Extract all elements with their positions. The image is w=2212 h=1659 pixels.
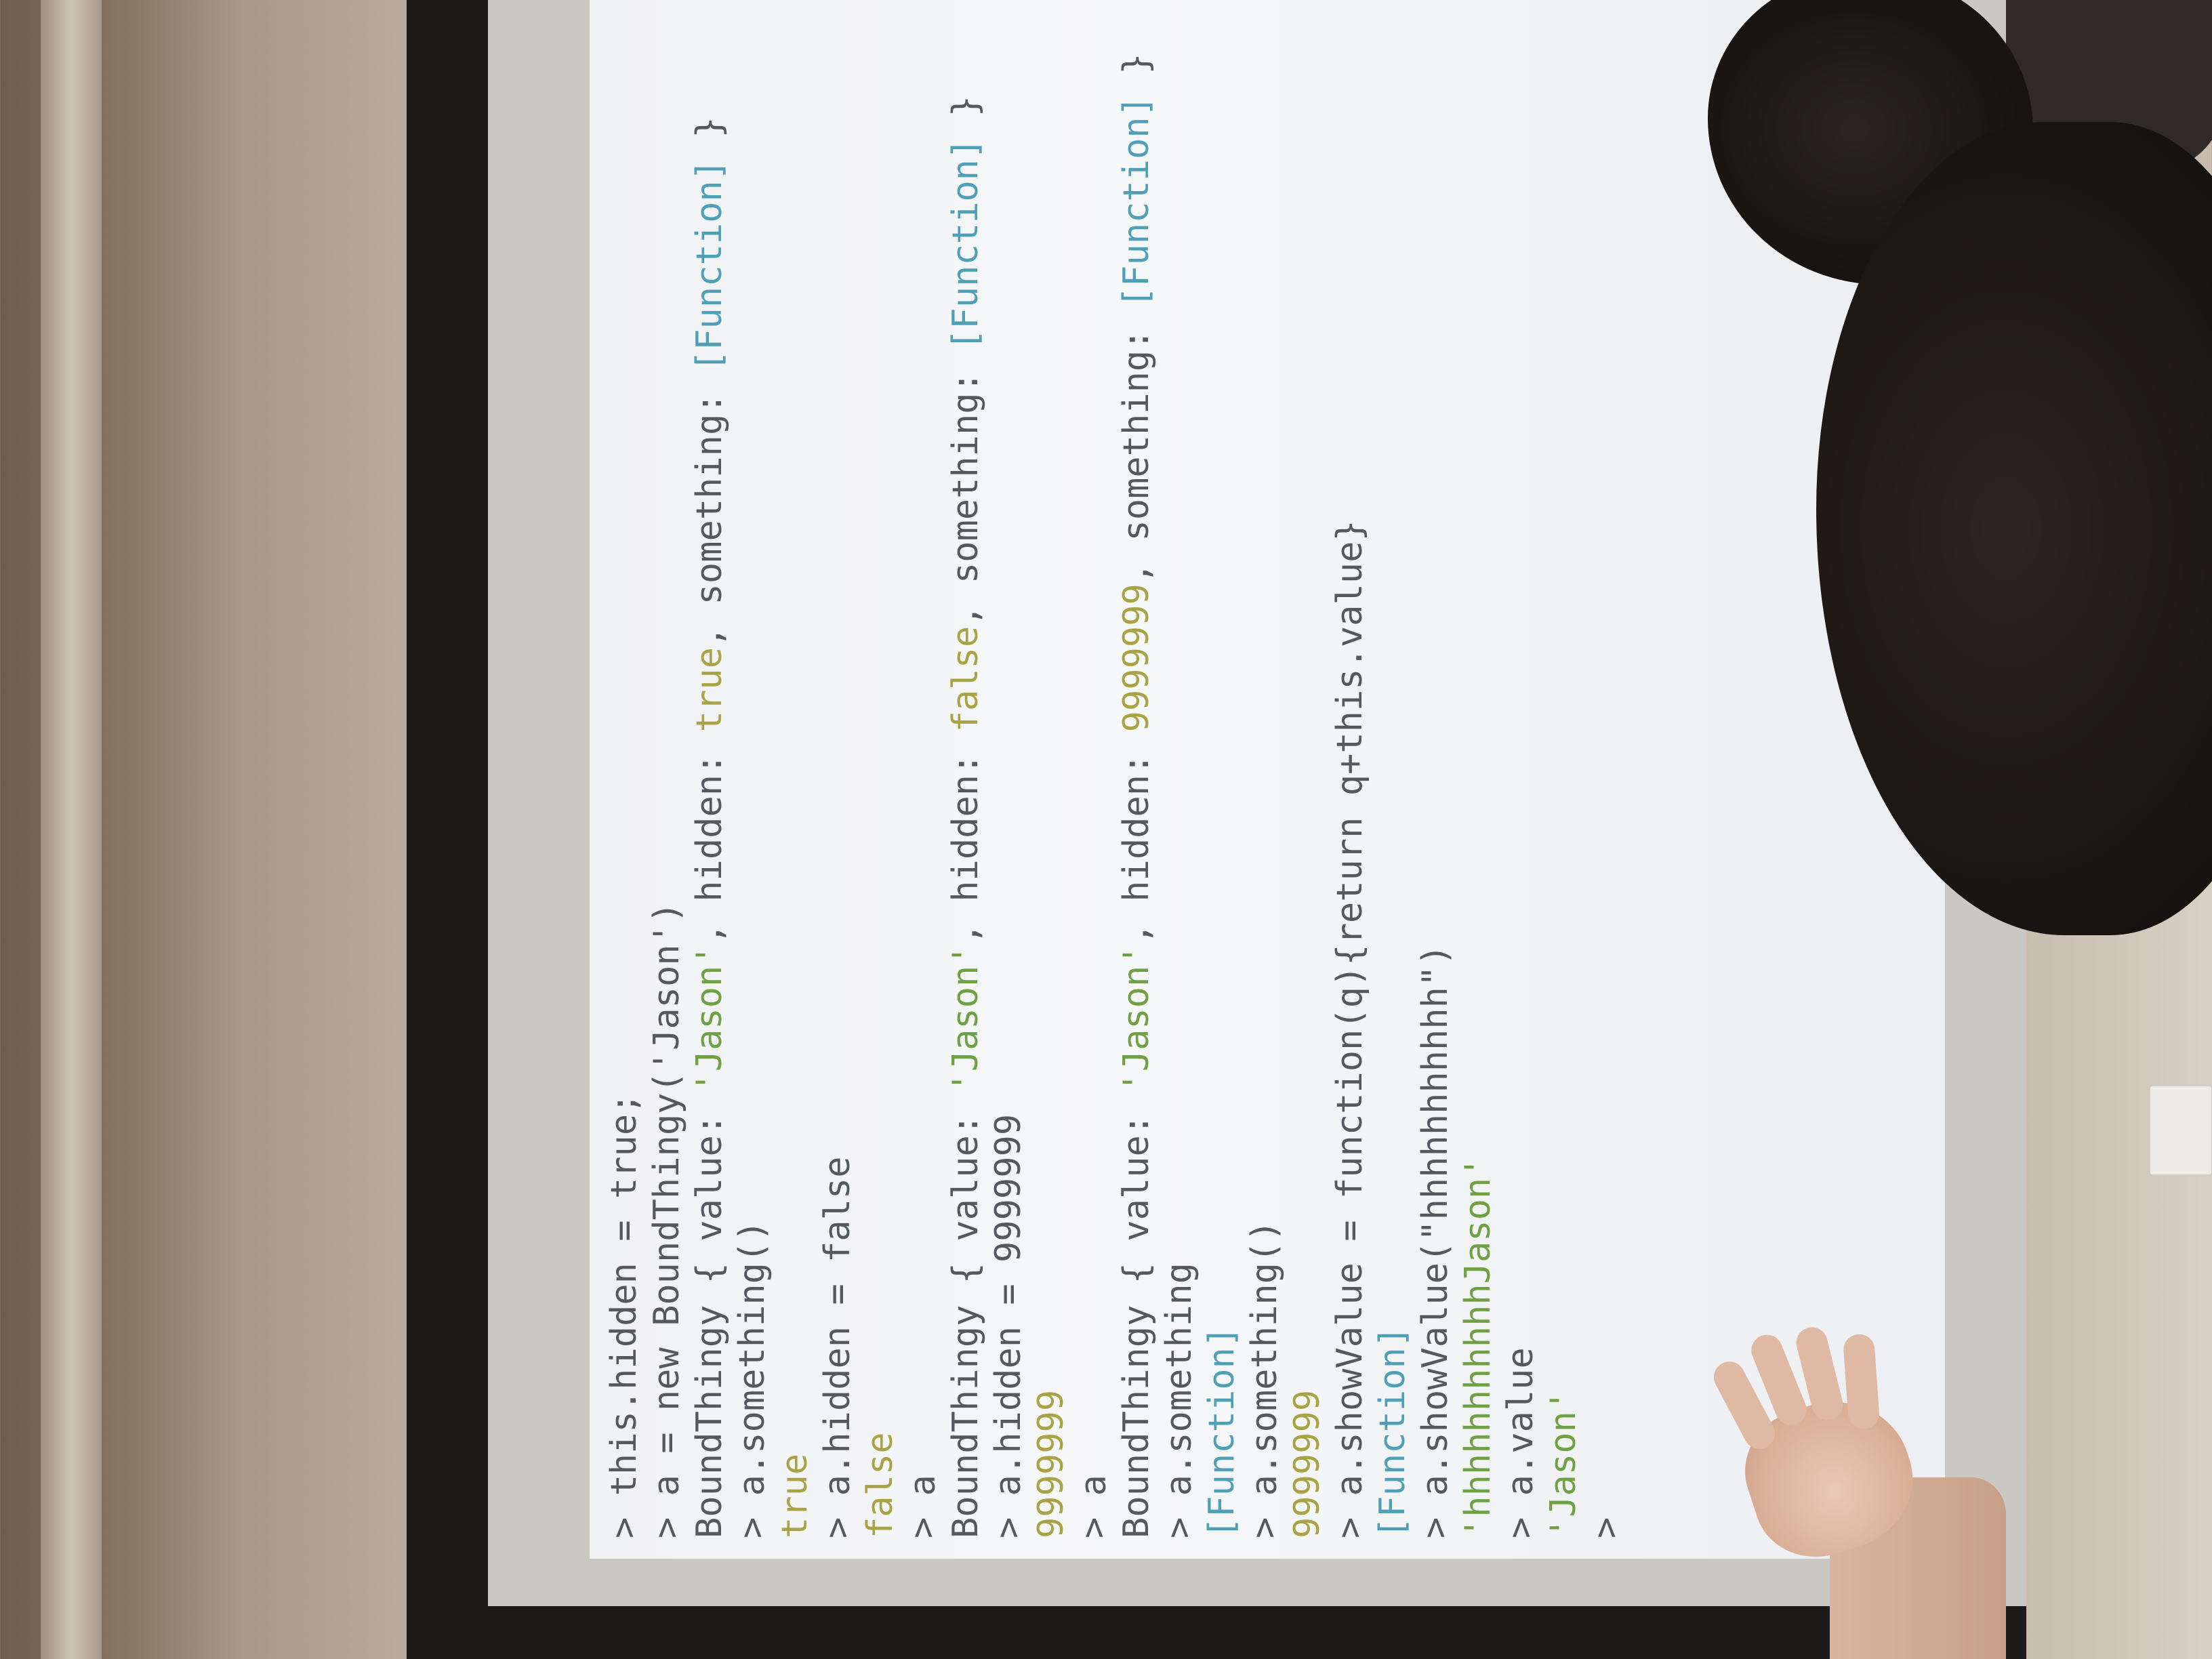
terminal-line: > a.something() [731,0,774,1538]
wall-socket [2148,1084,2212,1176]
terminal-line: 'hhhhhhhhhhhJason' [1457,0,1500,1538]
terminal-line: > a [1073,0,1115,1538]
terminal-token: 9999999 [1116,583,1157,733]
terminal-token: , hidden: [689,732,730,945]
terminal-line: > a.showValue("hhhhhhhhhhh") [1414,0,1457,1538]
terminal-line: [Function] [1201,0,1244,1538]
terminal-token: , hidden: [945,732,986,945]
terminal-token: 'Jason' [1116,944,1157,1093]
terminal-line: > a.something() [1244,0,1286,1538]
terminal-token: true [689,647,730,733]
node-repl-terminal[interactable]: > this.hidden = true; > a = new BoundThin… [590,0,1628,1559]
terminal-token: > [1586,1496,1626,1538]
terminal-line: > a.value [1500,0,1542,1538]
terminal-line: > this.hidden = true; [603,0,646,1538]
terminal-token: } [1116,53,1157,96]
terminal-token: false [860,1432,901,1538]
projected-terminal-screen: > this.hidden = true; > a = new BoundThin… [590,0,1945,1559]
terminal-token: > a [903,1475,943,1538]
terminal-line: > [1585,0,1628,1538]
terminal-line: BoundThingy { value: 'Jason', hidden: fa… [945,0,987,1538]
terminal-token: 9999999 [1031,1389,1071,1538]
terminal-token: 'Jason' [689,944,730,1093]
terminal-line: 9999999 [1030,0,1073,1538]
terminal-token: [Function] [1116,96,1157,308]
terminal-token: > a [1073,1475,1114,1538]
terminal-line: > a.hidden = 9999999 [987,0,1030,1538]
terminal-token: , hidden: [1116,732,1157,945]
terminal-token: [Function] [689,159,730,372]
terminal-token: [Function] [1202,1326,1242,1538]
terminal-token: [Function] [945,138,986,350]
terminal-token: 'Jason' [945,944,986,1093]
terminal-token: 9999999 [1287,1389,1328,1538]
terminal-token: 'hhhhhhhhhhhJason' [1458,1156,1498,1538]
terminal-line: 9999999 [1286,0,1329,1538]
terminal-token: , something: [945,350,986,626]
terminal-token: , something: [1116,308,1157,584]
wall-stripe [41,0,102,1659]
terminal-token: } [689,117,730,159]
terminal-token: BoundThingy { value: [945,1092,986,1538]
terminal-line: > a.hidden = false [817,0,859,1538]
terminal-line: false [859,0,902,1538]
terminal-token: true [775,1453,815,1538]
terminal-token: > a.something() [732,1220,773,1538]
terminal-line: > a = new BoundThingy('Jason') [646,0,689,1538]
terminal-token: > a.showValue("hhhhhhhhhhh") [1415,944,1456,1538]
terminal-line: true [774,0,817,1538]
terminal-line: [Function] [1372,0,1414,1538]
terminal-token: > a.hidden = false [817,1156,858,1538]
terminal-token: [Function] [1372,1326,1413,1538]
terminal-token: , something: [689,371,730,648]
terminal-token: 'Jason' [1543,1389,1584,1538]
terminal-token: > a.value [1500,1347,1541,1538]
terminal-token: false [945,626,986,733]
terminal-line: > a.something [1158,0,1201,1538]
terminal-line: > a.showValue = function(q){return q+thi… [1329,0,1372,1538]
terminal-token: > a.hidden = 9999999 [988,1113,1029,1538]
terminal-token: > this.hidden = true; [604,1092,644,1538]
terminal-token: > a.something() [1244,1220,1285,1538]
finger [1842,1333,1881,1431]
terminal-token: > a.something [1159,1263,1200,1538]
terminal-line: > a [902,0,945,1538]
terminal-token: } [945,96,986,138]
terminal-token: > a.showValue = function(q){return q+thi… [1330,520,1370,1538]
terminal-line: BoundThingy { value: 'Jason', hidden: 99… [1115,0,1158,1538]
terminal-token: > a = new BoundThingy('Jason') [647,901,687,1538]
terminal-token: BoundThingy { value: [1116,1092,1157,1538]
terminal-line: 'Jason' [1542,0,1585,1538]
terminal-token: BoundThingy { value: [689,1092,730,1538]
wall-right [2026,847,2212,1659]
terminal-line: BoundThingy { value: 'Jason', hidden: tr… [689,0,731,1538]
